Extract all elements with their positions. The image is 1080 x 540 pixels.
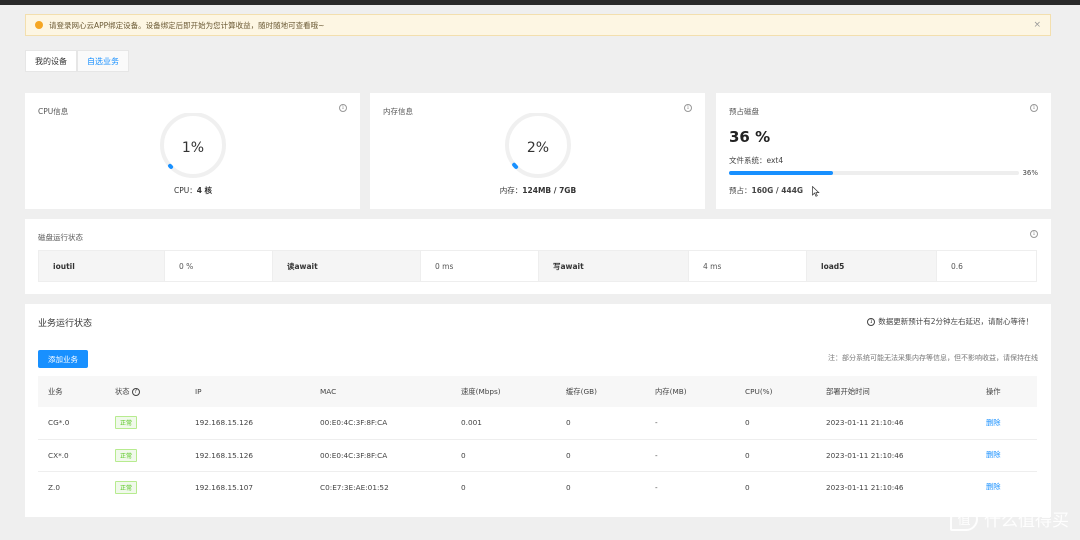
cache-cell: 0: [566, 482, 571, 492]
metric-value: 4 ms: [689, 251, 807, 281]
metric-key: load5: [807, 251, 937, 281]
services-table: 业务 状态? IP MAC 速度(Mbps) 缓存(GB) 内存(MB) CPU…: [38, 376, 1037, 503]
column-header: 缓存(GB): [566, 386, 597, 396]
status-badge: 正常: [115, 480, 138, 494]
info-icon[interactable]: i: [684, 104, 692, 112]
cpu-cell: 0: [745, 482, 750, 492]
tab-my-devices[interactable]: 我的设备: [25, 50, 77, 72]
cpu-gauge: 1% CPU：4 核: [143, 113, 243, 223]
disk-progress-fill: [729, 171, 834, 175]
metric-value: 0.6: [937, 251, 1036, 281]
memory-cell: -: [655, 418, 658, 428]
cpu-percent: 1%: [181, 140, 205, 156]
cpu-card: CPU信息 i 1% CPU：4 核: [25, 93, 360, 209]
memory-card: 内存信息 i 2% 内存：124MB / 7GB: [370, 93, 705, 209]
column-header: MAC: [320, 387, 337, 396]
disk-used: 预占：160G / 444G: [729, 186, 804, 195]
column-header: CPU(%): [745, 387, 773, 396]
metric-key: ioutil: [39, 251, 165, 281]
notice-banner: 请登录网心云APP绑定设备。设备绑定后即开始为您计算收益，随时随地可查看哦~ ×: [25, 14, 1051, 36]
memory-card-title: 内存信息: [383, 107, 413, 116]
disk-metrics: ioutil 0 % 读await 0 ms 写await 4 ms load5…: [38, 250, 1037, 282]
speed-cell: 0: [461, 482, 466, 492]
disk-card-title: 预占磁盘: [729, 107, 759, 116]
ip-cell: 192.168.15.107: [195, 482, 254, 492]
disk-percent: 36 %: [729, 128, 771, 146]
table-row: CG*.0 正常 192.168.15.126 00:E0:4C:3F:8F:C…: [38, 407, 1037, 439]
mac-cell: 00:E0:4C:3F:8F:CA: [320, 418, 388, 428]
column-header: 状态?: [105, 376, 185, 407]
column-header: 部署开始时间: [826, 386, 870, 396]
disk-card: 预占磁盘 i 36 % 文件系统：ext4 36% 预占：160G / 444G: [716, 93, 1051, 209]
info-icon[interactable]: i: [339, 104, 347, 112]
memory-caption: 内存：124MB / 7GB: [499, 186, 577, 195]
memory-cell: -: [655, 450, 658, 460]
deploy-time-cell: 2023-01-11 21:10:46: [826, 482, 904, 492]
speed-cell: 0.001: [461, 418, 482, 428]
cache-cell: 0: [566, 418, 571, 428]
disk-status-title: 磁盘运行状态: [38, 233, 83, 242]
mouse-cursor-icon: [812, 186, 820, 197]
memory-gauge: 2% 内存：124MB / 7GB: [488, 113, 588, 223]
column-header: 速度(Mbps): [461, 386, 501, 396]
info-icon[interactable]: i: [1030, 230, 1038, 238]
services-card: 业务运行状态 i 数据更新预计有2分钟左右延迟，请耐心等待！ 添加业务 注：部分…: [25, 304, 1051, 517]
table-row: Z.0 正常 192.168.15.107 C0:E7:3E:AE:01:52 …: [38, 471, 1037, 503]
service-name: CG*.0: [48, 418, 70, 428]
notice-text: 请登录网心云APP绑定设备。设备绑定后即开始为您计算收益，随时随地可查看哦~: [49, 20, 325, 30]
deploy-time-cell: 2023-01-11 21:10:46: [826, 418, 904, 428]
mac-cell: C0:E7:3E:AE:01:52: [320, 482, 389, 492]
watermark-logo-icon: 值: [950, 506, 978, 531]
device-tabs: 我的设备 自选业务: [25, 50, 129, 72]
cpu-card-title: CPU信息: [38, 107, 69, 116]
status-badge: 正常: [115, 448, 138, 462]
tab-selected-services[interactable]: 自选业务: [77, 50, 129, 72]
cpu-cell: 0: [745, 418, 750, 428]
info-icon: i: [867, 317, 876, 326]
metric-key: 读await: [273, 251, 421, 281]
column-header: 业务: [48, 386, 63, 396]
disk-status-card: 磁盘运行状态 i ioutil 0 % 读await 0 ms 写await 4…: [25, 219, 1051, 294]
service-name: Z.0: [48, 482, 60, 492]
service-name: CX*.0: [48, 450, 69, 460]
delete-link[interactable]: 删除: [986, 418, 1001, 427]
memory-cell: -: [655, 482, 658, 492]
cpu-cell: 0: [745, 450, 750, 460]
ip-cell: 192.168.15.126: [195, 418, 254, 428]
column-header: IP: [195, 387, 202, 396]
window-top-bar: [0, 0, 1080, 5]
table-header-row: 业务 状态? IP MAC 速度(Mbps) 缓存(GB) 内存(MB) CPU…: [38, 376, 1037, 407]
status-badge: 正常: [115, 416, 138, 430]
delete-link[interactable]: 删除: [986, 450, 1001, 459]
metric-key: 写await: [539, 251, 689, 281]
watermark: 值 什么值得买: [950, 506, 1069, 531]
info-icon[interactable]: i: [1030, 104, 1038, 112]
ip-cell: 192.168.15.126: [195, 450, 254, 460]
deploy-time-cell: 2023-01-11 21:10:46: [826, 450, 904, 460]
disk-progress-bar: [729, 171, 1019, 175]
speed-cell: 0: [461, 450, 466, 460]
cpu-caption: CPU：4 核: [173, 186, 213, 195]
delete-link[interactable]: 删除: [986, 482, 1001, 491]
memory-percent: 2%: [526, 140, 550, 156]
table-row: CX*.0 正常 192.168.15.126 00:E0:4C:3F:8F:C…: [38, 439, 1037, 471]
disk-progress-label: 36%: [1022, 169, 1038, 177]
help-icon[interactable]: ?: [131, 387, 140, 396]
add-service-button[interactable]: 添加业务: [38, 350, 88, 368]
delay-tip: i 数据更新预计有2分钟左右延迟，请耐心等待！: [867, 316, 1033, 327]
warning-icon: [35, 21, 43, 29]
column-header: 操作: [986, 386, 1001, 396]
filesystem-label: 文件系统：ext4: [729, 156, 784, 165]
services-title: 业务运行状态: [38, 319, 93, 329]
metric-value: 0 %: [165, 251, 273, 281]
close-icon[interactable]: ×: [1033, 20, 1041, 30]
services-note: 注：部分系统可能无法采集内存等信息，但不影响收益，请保持在线: [828, 354, 1038, 362]
metric-value: 0 ms: [421, 251, 539, 281]
mac-cell: 00:E0:4C:3F:8F:CA: [320, 450, 388, 460]
column-header: 内存(MB): [655, 386, 687, 396]
watermark-text: 什么值得买: [984, 511, 1069, 531]
cache-cell: 0: [566, 450, 571, 460]
